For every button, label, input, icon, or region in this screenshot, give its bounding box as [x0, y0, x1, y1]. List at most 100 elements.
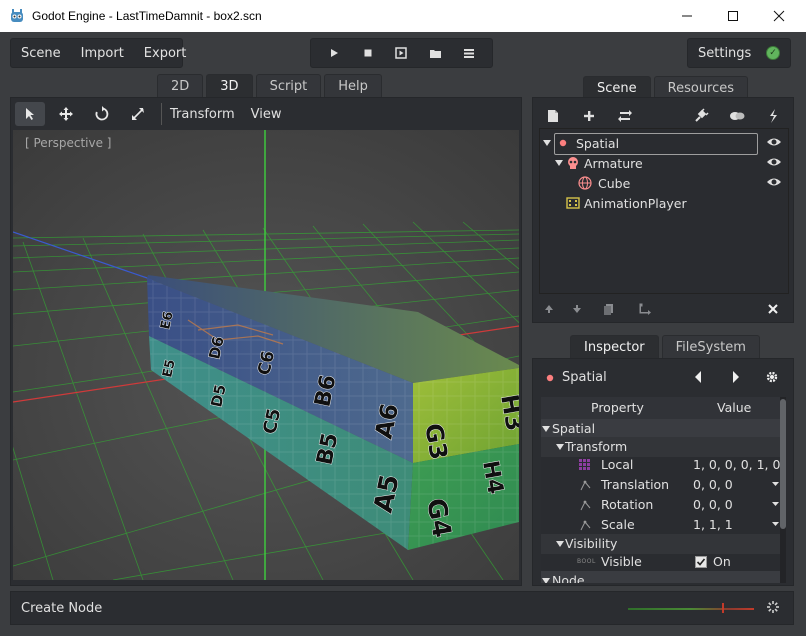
property-value[interactable]: 0, 0, 0: [693, 477, 733, 492]
debug-options-button[interactable]: [459, 43, 479, 63]
play-scene-icon: [395, 47, 407, 59]
section-spatial[interactable]: Spatial: [541, 419, 783, 439]
vector-icon: [579, 519, 591, 531]
tab-2d[interactable]: 2D: [157, 74, 203, 97]
tree-item-spatial[interactable]: Spatial: [540, 133, 788, 153]
settings-button[interactable]: Settings ✓: [687, 38, 791, 68]
tree-item-animationplayer[interactable]: AnimationPlayer: [540, 193, 788, 213]
section-label: Node: [552, 573, 585, 583]
tree-item-cube[interactable]: Cube: [540, 173, 788, 193]
replace-icon: [617, 109, 633, 123]
checkbox-checked-icon[interactable]: [695, 556, 707, 568]
tab-scene[interactable]: Scene: [583, 76, 651, 99]
column-header-property: Property: [591, 400, 644, 415]
scale-tool-button[interactable]: [123, 102, 153, 126]
tab-inspector[interactable]: Inspector: [570, 335, 659, 358]
reparent-button[interactable]: [637, 301, 653, 317]
arrow-right-icon: [731, 370, 741, 384]
connections-button[interactable]: [691, 106, 711, 126]
stop-button[interactable]: [358, 43, 378, 63]
property-value[interactable]: 1, 1, 1: [693, 517, 733, 532]
tab-resources[interactable]: Resources: [654, 76, 748, 99]
audio-meter-peak: [722, 603, 724, 613]
dropdown-arrow-icon[interactable]: [771, 480, 780, 488]
skull-icon: [566, 156, 580, 170]
maximize-button[interactable]: [710, 0, 756, 32]
dropdown-arrow-icon[interactable]: [771, 520, 780, 528]
play-scene-button[interactable]: [391, 43, 411, 63]
maximize-icon: [727, 10, 739, 22]
visibility-eye-icon[interactable]: [766, 156, 782, 168]
audio-meter: [628, 608, 754, 610]
property-row-local[interactable]: Local 1, 0, 0, 0, 1, 0,: [541, 455, 783, 475]
property-row-translation[interactable]: Translation 0, 0, 0: [541, 475, 783, 495]
inspector-scrollbar[interactable]: [780, 397, 786, 583]
tab-script[interactable]: Script: [256, 74, 322, 97]
expand-arrow-icon[interactable]: [554, 158, 564, 168]
expand-arrow-icon[interactable]: [542, 138, 552, 148]
history-forward-button[interactable]: [731, 370, 747, 386]
move-down-button[interactable]: [569, 301, 585, 317]
object-menu-button[interactable]: [765, 370, 781, 386]
visibility-eye-icon[interactable]: [766, 176, 782, 188]
perspective-label[interactable]: [ Perspective ]: [25, 136, 112, 150]
property-table: Property Value Spatial Transform Local 1…: [541, 397, 783, 583]
menu-transform[interactable]: Transform: [170, 107, 235, 122]
close-button[interactable]: [756, 0, 802, 32]
select-tool-button[interactable]: [15, 102, 45, 126]
close-icon: [773, 10, 785, 22]
rotate-tool-button[interactable]: [87, 102, 117, 126]
property-row-rotation[interactable]: Rotation 0, 0, 0: [541, 495, 783, 515]
tree-item-armature[interactable]: Armature: [540, 153, 788, 173]
move-tool-button[interactable]: [51, 102, 81, 126]
property-label: Rotation: [601, 497, 653, 512]
move-up-icon: [544, 304, 554, 314]
property-value[interactable]: 0, 0, 0: [693, 497, 733, 512]
visibility-eye-icon[interactable]: [766, 136, 782, 148]
mesh-icon: [578, 176, 592, 190]
column-header-value: Value: [717, 400, 751, 415]
history-back-button[interactable]: [693, 370, 709, 386]
tab-filesystem[interactable]: FileSystem: [662, 335, 760, 358]
tab-3d[interactable]: 3D: [206, 74, 252, 97]
open-folder-icon: [429, 48, 442, 59]
viewport-scene[interactable]: E6 D6 C6 B6 A6 H3 E5 D5 C5 B5 A5 G4 H4 G…: [13, 130, 519, 580]
property-label: Translation: [601, 477, 669, 492]
vector-icon: [579, 499, 591, 511]
property-row-visible[interactable]: BOOL Visible On: [541, 552, 783, 572]
property-label: Scale: [601, 517, 635, 532]
play-custom-button[interactable]: [425, 43, 445, 63]
move-up-button[interactable]: [541, 301, 557, 317]
menu-import[interactable]: Import: [71, 46, 134, 61]
dropdown-arrow-icon[interactable]: [771, 500, 780, 508]
tab-help[interactable]: Help: [324, 74, 382, 97]
groups-button[interactable]: [727, 106, 747, 126]
menu-view[interactable]: View: [251, 107, 282, 122]
instance-button[interactable]: [615, 106, 635, 126]
scrollbar-thumb[interactable]: [780, 399, 786, 529]
section-node[interactable]: Node: [541, 571, 783, 583]
menu-export[interactable]: Export: [134, 46, 197, 61]
spatial-dot-icon: [545, 373, 555, 383]
minimize-button[interactable]: [664, 0, 710, 32]
new-scene-button[interactable]: [543, 106, 563, 126]
3d-viewport[interactable]: E6 D6 C6 B6 A6 H3 E5 D5 C5 B5 A5 G4 H4 G…: [13, 130, 519, 580]
section-transform[interactable]: Transform: [541, 437, 783, 457]
move-icon: [58, 106, 74, 122]
property-label: Local: [601, 457, 633, 472]
property-value[interactable]: 1, 0, 0, 0, 1, 0,: [693, 457, 783, 472]
toolbar-separator: [161, 103, 162, 125]
film-icon: [566, 196, 580, 210]
play-button[interactable]: [324, 43, 344, 63]
duplicate-button[interactable]: [601, 301, 617, 317]
delete-node-button[interactable]: [765, 301, 781, 317]
menu-scene[interactable]: Scene: [11, 46, 71, 61]
section-visibility[interactable]: Visibility: [541, 534, 783, 554]
property-table-header: Property Value: [541, 397, 783, 419]
inspector-header: Spatial: [533, 359, 793, 395]
inspector-dock-tabs: Inspector FileSystem: [570, 335, 760, 358]
script-button[interactable]: [763, 106, 783, 126]
add-node-button[interactable]: [579, 106, 599, 126]
property-row-scale[interactable]: Scale 1, 1, 1: [541, 515, 783, 535]
bottom-panel: Create Node: [10, 591, 794, 625]
